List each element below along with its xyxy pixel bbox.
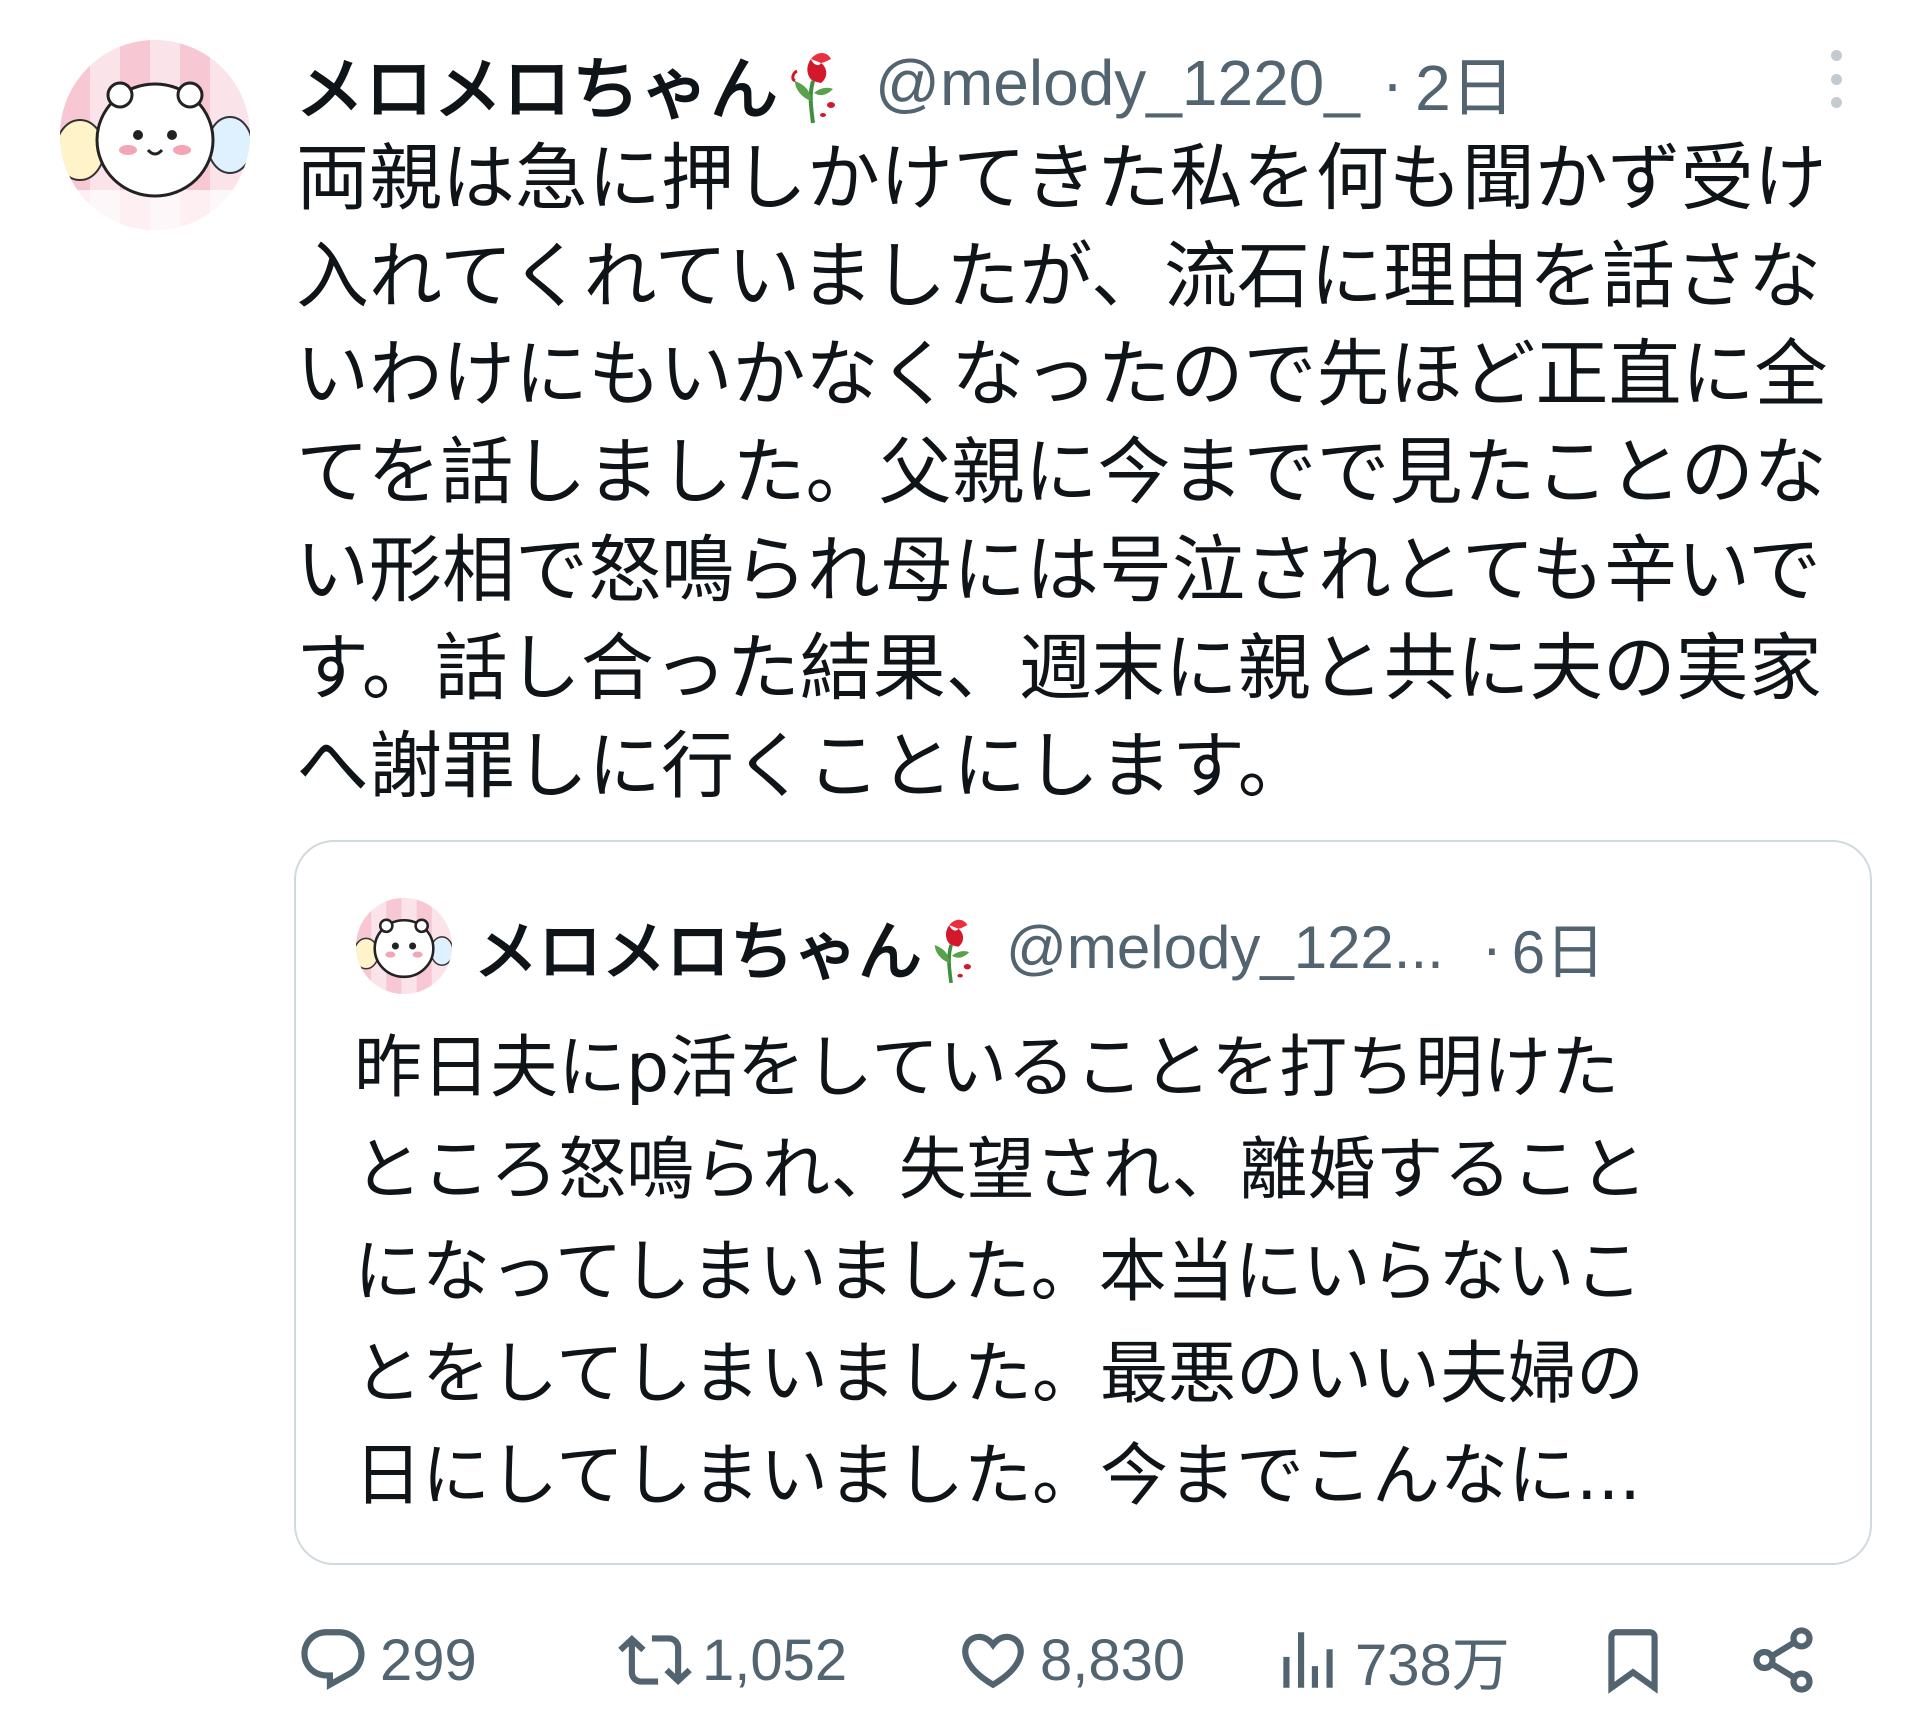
repost-arrows-icon (618, 1623, 692, 1697)
tweet-text: 両親は急に押しかけてきた私を何も聞かず受け 入れてくれていましたが、流石に理由を… (296, 136, 1828, 809)
display-name[interactable]: メロメロちゃん (296, 34, 779, 133)
like-button[interactable]: 8,830 (956, 1615, 1185, 1705)
like-count: 8,830 (1040, 1627, 1186, 1693)
avatar[interactable] (60, 40, 250, 230)
quoted-tweet-header: メロメロちゃん @melody_122... · 6日 (474, 902, 1605, 992)
separator-dot: · (1381, 47, 1404, 119)
quoted-avatar[interactable] (356, 898, 452, 994)
quoted-timestamp[interactable]: 6日 (1512, 904, 1605, 991)
heart-icon (956, 1623, 1030, 1697)
bar-chart-icon (1271, 1623, 1345, 1697)
wilted-rose-icon (924, 905, 980, 989)
wilted-rose-icon (783, 37, 845, 129)
bookmark-button[interactable] (1596, 1615, 1670, 1705)
timestamp[interactable]: 2日 (1415, 37, 1515, 129)
user-handle[interactable]: @melody_1220_ (875, 46, 1360, 120)
view-count: 738万 (1355, 1633, 1510, 1698)
tweet-header: メロメロちゃん @melody_1220_ · 2日 (296, 37, 1515, 130)
bookmark-icon (1596, 1623, 1670, 1697)
reply-count: 299 (380, 1627, 477, 1693)
repost-button[interactable]: 1,052 (618, 1615, 847, 1705)
quoted-display-name[interactable]: メロメロちゃん (474, 901, 922, 993)
more-dots-icon-dot (1830, 73, 1842, 85)
reply-bubble-icon (296, 1623, 370, 1697)
quoted-separator-dot: · (1481, 913, 1502, 981)
reply-button[interactable]: 299 (296, 1615, 477, 1705)
tweet: メロメロちゃん @melody_1220_ · 2日 両親は急に押しかけてきた私… (0, 0, 1920, 1733)
share-button[interactable] (1746, 1615, 1820, 1705)
share-icon (1746, 1623, 1820, 1697)
more-options-button[interactable] (1812, 44, 1860, 114)
quoted-tweet-text: 昨日夫にp活をしていることを打ち明けた ところ怒鳴られ、失望され、離婚すること … (354, 1029, 1648, 1516)
quoted-tweet[interactable]: メロメロちゃん @melody_122... · 6日 昨日夫にp活をしているこ… (294, 840, 1872, 1565)
more-dots-icon (1830, 50, 1842, 61)
views-button[interactable]: 738万 (1271, 1615, 1510, 1705)
more-dots-icon-dot (1830, 97, 1842, 108)
action-bar: 299 1,052 8,830 738万 (296, 1615, 1886, 1705)
repost-count: 1,052 (702, 1627, 848, 1693)
quoted-user-handle[interactable]: @melody_122... (1006, 913, 1444, 982)
